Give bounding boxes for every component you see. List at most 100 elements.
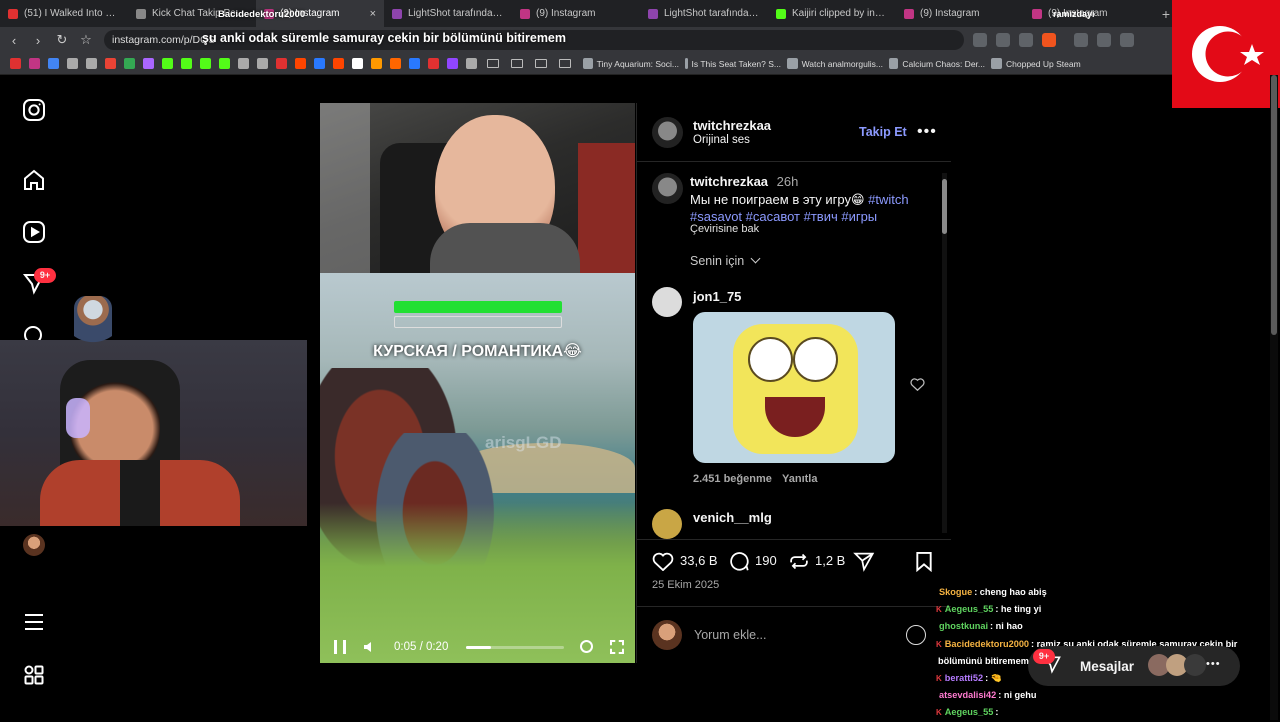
commenter-avatar[interactable]: [652, 287, 682, 317]
pause-icon[interactable]: [334, 640, 346, 654]
browser-tab[interactable]: (51) I Walked Into a Snow: [0, 0, 128, 27]
bookmark-icon[interactable]: [143, 58, 154, 69]
like-count[interactable]: 33,6 B: [680, 553, 718, 568]
caption-hashtags[interactable]: #sasavot #сасавот #твич #игры: [690, 209, 877, 224]
bookmark-icon[interactable]: [409, 58, 420, 69]
back-button[interactable]: ‹: [4, 30, 24, 50]
comments-scrollbar[interactable]: [942, 173, 947, 533]
bookmark-link[interactable]: Chopped Up Steam: [991, 58, 1081, 69]
bookmark-star-icon[interactable]: ☆: [76, 30, 96, 50]
chat-username[interactable]: Aegeus_55: [945, 604, 994, 614]
folder-icon[interactable]: [487, 59, 499, 68]
bookmark-icon[interactable]: [181, 58, 192, 69]
browser-tab[interactable]: Kaijiri clipped by insanaz: [768, 0, 896, 27]
close-tab-icon[interactable]: ×: [370, 8, 376, 20]
repost-count[interactable]: 1,2 B: [815, 553, 845, 568]
browser-tab[interactable]: LightShot tarafından Ekran: [640, 0, 768, 27]
chat-username[interactable]: Bacidedektoru2000: [945, 639, 1029, 649]
menu-icon[interactable]: [22, 610, 46, 634]
comment-sort-dropdown[interactable]: Senin için: [690, 253, 761, 268]
bookmark-icon[interactable]: [29, 58, 40, 69]
home-icon[interactable]: [22, 168, 46, 192]
folder-icon[interactable]: [559, 59, 571, 68]
bookmark-link[interactable]: Is This Seat Taken? S...: [685, 58, 781, 69]
translate-link[interactable]: Çevirisine bak: [690, 223, 759, 235]
instagram-logo-icon[interactable]: [22, 98, 46, 122]
bookmark-icon[interactable]: [124, 58, 135, 69]
share-icon[interactable]: [1019, 33, 1033, 47]
more-options-icon[interactable]: •••: [1206, 658, 1221, 670]
author-username[interactable]: twitchrezkaa: [693, 118, 771, 133]
bookmark-icon[interactable]: [200, 58, 211, 69]
folder-icon[interactable]: [535, 59, 547, 68]
comment-like-heart-icon[interactable]: [910, 377, 925, 396]
reels-icon[interactable]: [22, 220, 46, 244]
comment-input[interactable]: Yorum ekle...: [694, 628, 767, 642]
comment-icon[interactable]: [728, 551, 750, 577]
bookmark-icon[interactable]: [67, 58, 78, 69]
bookmark-icon[interactable]: [10, 58, 21, 69]
rotate-icon[interactable]: [580, 640, 593, 653]
extension-icon[interactable]: [1074, 33, 1088, 47]
reload-button[interactable]: ↻: [52, 30, 72, 50]
video-progress-bar[interactable]: [466, 646, 564, 649]
bookmark-icon[interactable]: [428, 58, 439, 69]
profile-avatar[interactable]: [23, 534, 45, 556]
bookmark-icon[interactable]: [314, 58, 325, 69]
commenter-username[interactable]: venich__mlg: [693, 510, 772, 525]
audio-label[interactable]: Orijinal ses: [693, 134, 750, 146]
repost-icon[interactable]: [788, 551, 810, 577]
more-apps-icon[interactable]: [22, 663, 46, 687]
extension-icon[interactable]: [1097, 33, 1111, 47]
folder-icon[interactable]: [511, 59, 523, 68]
bookmark-link[interactable]: Watch analmorgulis...: [787, 58, 883, 69]
caption-author[interactable]: twitchrezkaa: [690, 174, 768, 189]
share-icon[interactable]: [853, 551, 875, 577]
reel-video[interactable]: КУРСКАЯ / РОМАНТИКА😂 arisgLGD 0:05 / 0:2…: [320, 103, 635, 663]
zoom-icon[interactable]: [996, 33, 1010, 47]
chat-username[interactable]: beratti52: [945, 673, 983, 683]
extension-icon[interactable]: [1120, 33, 1134, 47]
reply-button[interactable]: Yanıtla: [782, 473, 817, 485]
bookmark-link[interactable]: Calcium Chaos: Der...: [889, 58, 985, 69]
comment-likes[interactable]: 2.451 beğenme: [693, 473, 772, 485]
bookmark-icon[interactable]: [48, 58, 59, 69]
bookmark-icon[interactable]: [352, 58, 363, 69]
more-options-icon[interactable]: •••: [917, 123, 937, 141]
bookmark-icon[interactable]: [238, 58, 249, 69]
caption-author-avatar[interactable]: [652, 173, 683, 204]
bookmark-link[interactable]: Tiny Aquarium: Soci...: [583, 58, 679, 69]
volume-icon[interactable]: [363, 640, 375, 659]
save-bookmark-icon[interactable]: [915, 551, 933, 577]
chat-username[interactable]: atsevdalisi42: [939, 690, 996, 700]
commenter-avatar[interactable]: [652, 509, 682, 539]
emoji-icon[interactable]: [906, 625, 926, 645]
chat-username[interactable]: ghostkunai: [939, 621, 988, 631]
forward-button[interactable]: ›: [28, 30, 48, 50]
browser-tab[interactable]: (9) Instagram: [896, 0, 1024, 27]
bookmark-icon[interactable]: [333, 58, 344, 69]
commenter-username[interactable]: jon1_75: [693, 289, 741, 304]
bookmark-icon[interactable]: [371, 58, 382, 69]
bookmark-icon[interactable]: [86, 58, 97, 69]
bookmark-icon[interactable]: [162, 58, 173, 69]
follow-button[interactable]: Takip Et: [859, 125, 907, 139]
messages-bar[interactable]: Mesajlar •••: [1028, 646, 1240, 686]
bookmark-icon[interactable]: [105, 58, 116, 69]
browser-tab[interactable]: LightShot tarafından Ekran: [384, 0, 512, 27]
page-scrollbar[interactable]: [1270, 75, 1278, 720]
comment-count[interactable]: 190: [755, 553, 777, 568]
caption-hashtag[interactable]: #twitch: [868, 192, 908, 207]
bookmark-icon[interactable]: [276, 58, 287, 69]
bookmark-icon[interactable]: [257, 58, 268, 69]
chat-username[interactable]: Skogue: [939, 587, 972, 597]
chat-username[interactable]: Aegeus_55: [945, 707, 994, 717]
brave-shield-icon[interactable]: [1042, 33, 1056, 47]
browser-tab[interactable]: (9) Instagram: [512, 0, 640, 27]
cast-icon[interactable]: [973, 33, 987, 47]
bookmark-icon[interactable]: [219, 58, 230, 69]
author-avatar[interactable]: [652, 117, 683, 148]
bookmark-icon[interactable]: [295, 58, 306, 69]
fullscreen-icon[interactable]: [610, 640, 624, 654]
bookmark-icon[interactable]: [447, 58, 458, 69]
